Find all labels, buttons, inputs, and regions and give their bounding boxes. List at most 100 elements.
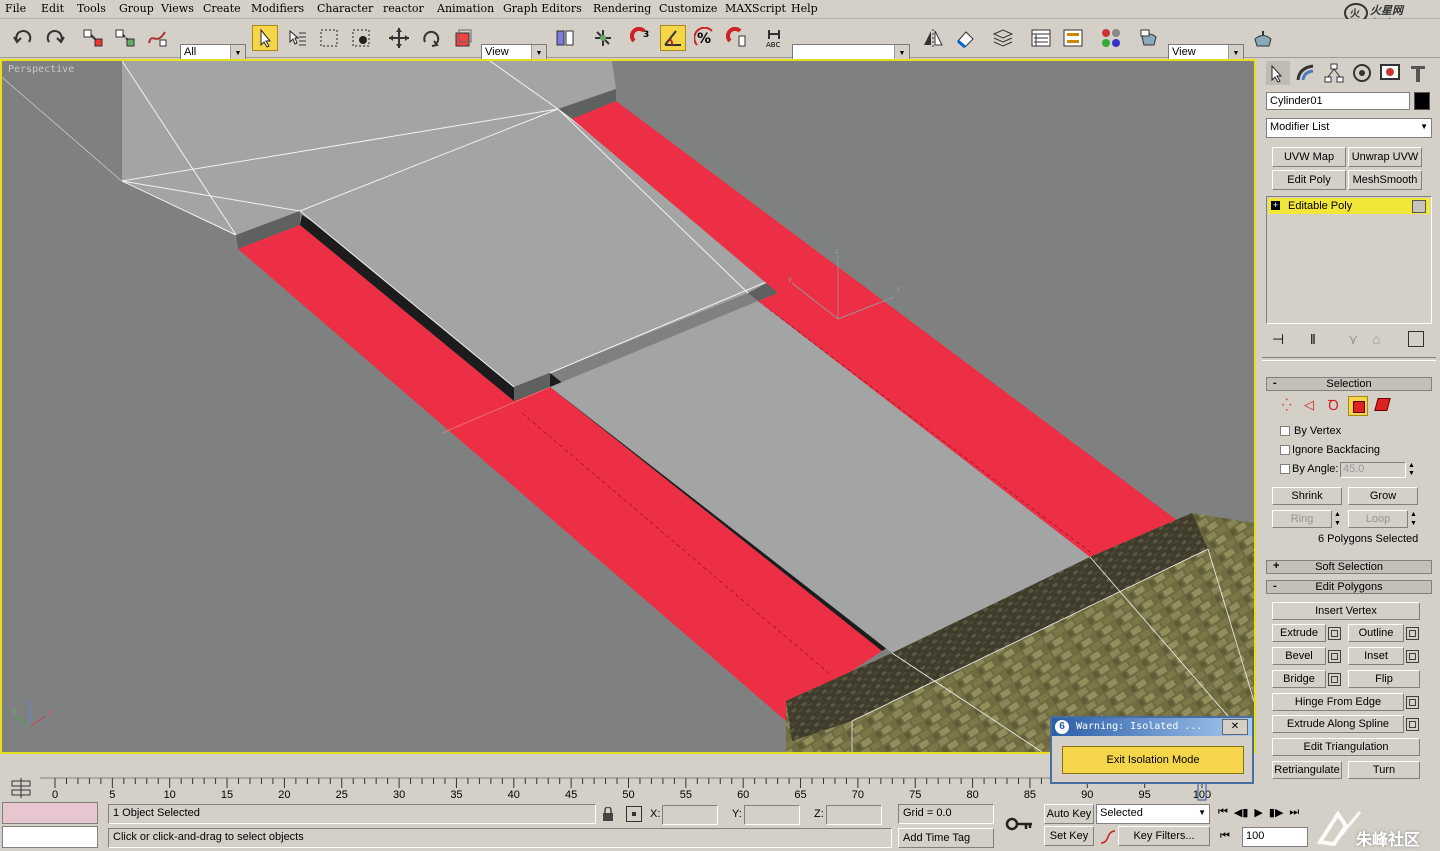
x-coord-field[interactable] <box>662 805 718 825</box>
maxscript-listener-bottom[interactable] <box>2 826 98 848</box>
key-filters-button[interactable]: Key Filters... <box>1118 826 1210 846</box>
schematic-view-icon[interactable] <box>1060 25 1086 51</box>
pivot-icon[interactable] <box>552 25 578 51</box>
menu-file[interactable]: File <box>5 2 26 15</box>
menu-tools[interactable]: Tools <box>77 2 106 15</box>
auto-key-button[interactable]: Auto Key <box>1044 804 1094 824</box>
remove-modifier-icon[interactable]: ⌂ <box>1372 331 1380 347</box>
create-tab-icon[interactable] <box>1266 61 1290 85</box>
current-frame-field[interactable]: 100 <box>1242 827 1308 847</box>
vertex-level-icon[interactable]: ⁛ <box>1282 398 1292 412</box>
menu-customize[interactable]: Customize <box>659 2 717 15</box>
set-key-icon[interactable] <box>1004 814 1034 834</box>
menu-character[interactable]: Character <box>317 2 373 15</box>
angle-spinner-arrows-icon[interactable]: ▲ ▼ <box>1408 462 1418 478</box>
menu-reactor[interactable]: reactor <box>383 2 424 15</box>
insert-vertex-button[interactable]: Insert Vertex <box>1272 602 1420 620</box>
bevel-settings-icon[interactable] <box>1328 650 1341 663</box>
extrude-along-spline-button[interactable]: Extrude Along Spline <box>1272 715 1404 733</box>
selection-rollout-header[interactable]: - Selection <box>1266 377 1432 391</box>
angle-snap-icon[interactable] <box>660 25 686 51</box>
ring-button[interactable]: Ring <box>1272 510 1332 528</box>
snap-icon[interactable]: 3 <box>628 25 654 51</box>
polygon-level-icon[interactable] <box>1348 396 1368 416</box>
pin-stack-icon[interactable]: ⊣ <box>1272 331 1284 348</box>
material-editor-icon[interactable] <box>1098 25 1124 51</box>
object-color-swatch[interactable] <box>1414 92 1430 110</box>
ring-spinner-icon[interactable]: ▲ ▼ <box>1334 510 1344 528</box>
align-icon[interactable] <box>952 25 978 51</box>
make-unique-icon[interactable]: ⋎ <box>1348 331 1358 348</box>
extrude-spline-settings-icon[interactable] <box>1406 718 1419 731</box>
by-vertex-checkbox[interactable] <box>1280 426 1290 436</box>
outline-button[interactable]: Outline <box>1348 624 1404 642</box>
layer-manager-icon[interactable] <box>990 25 1016 51</box>
rotate-icon[interactable] <box>418 25 444 51</box>
go-to-start-icon[interactable]: ⏮ <box>1218 806 1228 824</box>
curve-editor-icon[interactable] <box>1028 25 1054 51</box>
edit-triangulation-button[interactable]: Edit Triangulation <box>1272 738 1420 756</box>
edge-level-icon[interactable]: ◁ <box>1304 397 1314 413</box>
soft-selection-rollout-header[interactable]: + Soft Selection <box>1266 560 1432 574</box>
outline-settings-icon[interactable] <box>1406 627 1419 640</box>
hinge-from-edge-button[interactable]: Hinge From Edge <box>1272 693 1404 711</box>
key-mode-icon[interactable]: ⏮ <box>1220 830 1230 843</box>
menu-help[interactable]: Help <box>791 2 818 15</box>
perspective-viewport[interactable]: z x y x y Perspective <box>0 59 1256 754</box>
spinner-snap-icon[interactable] <box>724 25 750 51</box>
menu-create[interactable]: Create <box>203 2 241 15</box>
menu-views[interactable]: Views <box>161 2 194 15</box>
scale-icon[interactable] <box>450 25 476 51</box>
angle-spinner[interactable]: 45.0 <box>1340 462 1406 478</box>
manipulate-icon[interactable] <box>590 25 616 51</box>
utilities-tab-icon[interactable] <box>1406 61 1430 85</box>
menu-rendering[interactable]: Rendering <box>593 2 651 15</box>
inset-button[interactable]: Inset <box>1348 647 1404 665</box>
stack-visibility-icon[interactable] <box>1412 200 1426 213</box>
extrude-button[interactable]: Extrude <box>1272 624 1326 642</box>
show-end-result-icon[interactable]: ‖ <box>1310 331 1316 347</box>
bevel-button[interactable]: Bevel <box>1272 647 1326 665</box>
rect-region-icon[interactable] <box>316 25 342 51</box>
percent-snap-icon[interactable]: % <box>692 25 718 51</box>
edit-named-sel-icon[interactable]: ABC <box>762 25 788 51</box>
by-angle-checkbox[interactable] <box>1280 464 1290 474</box>
extrude-settings-icon[interactable] <box>1328 627 1341 640</box>
bind-spacewarp-icon[interactable] <box>144 25 170 51</box>
element-level-icon[interactable] <box>1374 398 1391 411</box>
object-name-field[interactable]: Cylinder01 <box>1266 92 1410 110</box>
loop-button[interactable]: Loop <box>1348 510 1408 528</box>
display-tab-icon[interactable] <box>1378 61 1402 85</box>
select-link-icon[interactable] <box>80 25 106 51</box>
go-to-end-icon[interactable]: ⏭ <box>1289 806 1299 824</box>
add-time-tag-button[interactable]: Add Time Tag <box>898 828 994 848</box>
absolute-mode-icon[interactable] <box>626 806 642 822</box>
quick-render-icon[interactable] <box>1250 25 1276 51</box>
bridge-button[interactable]: Bridge <box>1272 670 1326 688</box>
expand-icon[interactable]: + <box>1271 201 1280 210</box>
menu-maxscript[interactable]: MAXScript <box>725 2 786 15</box>
configure-sets-icon[interactable] <box>1408 331 1424 347</box>
exit-isolation-button[interactable]: Exit Isolation Mode <box>1062 746 1244 774</box>
inset-settings-icon[interactable] <box>1406 650 1419 663</box>
redo-icon[interactable] <box>42 25 68 51</box>
motion-tab-icon[interactable] <box>1350 61 1374 85</box>
uvw-map-button[interactable]: UVW Map <box>1272 147 1346 167</box>
modify-tab-icon[interactable] <box>1294 61 1318 85</box>
next-frame-icon[interactable]: ▮▶ <box>1269 806 1284 824</box>
retriangulate-button[interactable]: Retriangulate <box>1272 761 1342 779</box>
meshsmooth-button[interactable]: MeshSmooth <box>1348 170 1422 190</box>
bridge-settings-icon[interactable] <box>1328 673 1341 686</box>
unwrap-uvw-button[interactable]: Unwrap UVW <box>1348 147 1422 167</box>
menu-edit[interactable]: Edit <box>41 2 64 15</box>
modifier-list-combo[interactable]: Modifier List ▼ <box>1266 118 1432 138</box>
edit-poly-button[interactable]: Edit Poly <box>1272 170 1346 190</box>
select-object-icon[interactable] <box>252 25 278 51</box>
maxscript-listener-top[interactable] <box>2 802 98 824</box>
select-by-name-icon[interactable] <box>284 25 310 51</box>
viewport-label[interactable]: Perspective <box>8 64 74 75</box>
menu-modifiers[interactable]: Modifiers <box>251 2 304 15</box>
unlink-icon[interactable] <box>112 25 138 51</box>
flip-button[interactable]: Flip <box>1348 670 1420 688</box>
window-crossing-icon[interactable] <box>348 25 374 51</box>
